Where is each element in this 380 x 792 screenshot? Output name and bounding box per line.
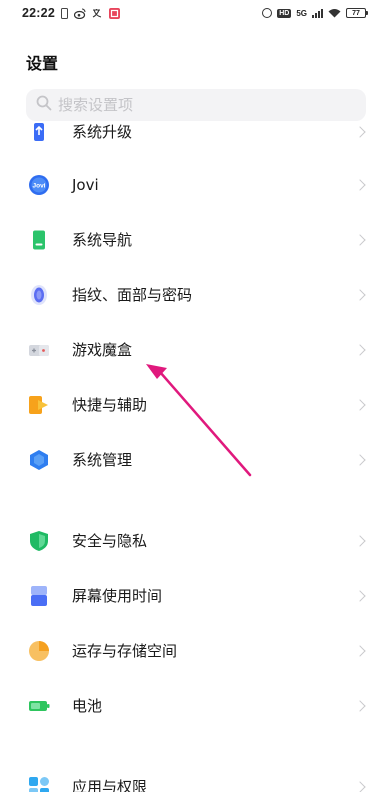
chevron-right-icon bbox=[354, 233, 366, 246]
signal-icon bbox=[312, 8, 323, 18]
chevron-right-icon bbox=[354, 398, 366, 411]
search-icon bbox=[36, 95, 52, 115]
chevron-right-icon bbox=[354, 780, 366, 792]
phone-icon bbox=[60, 7, 68, 19]
screen-time-icon bbox=[28, 585, 50, 607]
settings-item-label: 系统管理 bbox=[72, 451, 133, 469]
settings-item-label: 运存与存储空间 bbox=[72, 642, 178, 660]
navigation-icon bbox=[28, 229, 50, 251]
settings-item-fingerprint[interactable]: 指纹、面部与密码 bbox=[0, 267, 380, 322]
chevron-right-icon bbox=[354, 125, 366, 138]
fingerprint-icon bbox=[28, 284, 50, 306]
storage-icon bbox=[28, 640, 50, 662]
5g-label: 5G bbox=[296, 8, 307, 18]
settings-item-label: 系统导航 bbox=[72, 231, 133, 249]
settings-item-security[interactable]: 安全与隐私 bbox=[0, 513, 380, 568]
settings-list-viewport[interactable]: 系统升级 Jovi Jovi 系统导航 指纹、面部与密码 游戏魔盒 快捷与辅助 … bbox=[0, 123, 380, 792]
shield-icon bbox=[28, 530, 50, 552]
battery-icon: 77 bbox=[346, 8, 368, 18]
settings-item-label: 应用与权限 bbox=[72, 778, 148, 792]
wifi-icon bbox=[328, 8, 341, 18]
chevron-right-icon bbox=[354, 589, 366, 602]
shortcut-icon bbox=[28, 394, 50, 416]
chevron-right-icon bbox=[354, 453, 366, 466]
apps-icon bbox=[28, 776, 50, 792]
settings-item-game-box[interactable]: 游戏魔盒 bbox=[0, 322, 380, 377]
settings-item-label: 屏幕使用时间 bbox=[72, 587, 163, 605]
settings-item-label: 快捷与辅助 bbox=[72, 396, 148, 414]
status-left: 22:22 bbox=[22, 6, 120, 20]
svg-text:Jovi: Jovi bbox=[32, 182, 45, 189]
settings-item-navigation[interactable]: 系统导航 bbox=[0, 212, 380, 267]
chevron-right-icon bbox=[354, 178, 366, 191]
settings-item-system-manage[interactable]: 系统管理 bbox=[0, 432, 380, 487]
system-manage-icon bbox=[28, 449, 50, 471]
settings-item-jovi[interactable]: Jovi Jovi bbox=[0, 157, 380, 212]
chevron-right-icon bbox=[354, 343, 366, 356]
game-box-icon bbox=[28, 339, 50, 361]
jovi-icon: Jovi bbox=[28, 174, 50, 196]
system-update-icon bbox=[28, 123, 50, 143]
search-input[interactable] bbox=[58, 96, 338, 114]
page-title: 设置 bbox=[26, 54, 59, 73]
search-box[interactable] bbox=[26, 89, 366, 121]
settings-item-label: 指纹、面部与密码 bbox=[72, 286, 193, 304]
settings-item-apps[interactable]: 应用与权限 bbox=[0, 759, 380, 792]
settings-item-system-update[interactable]: 系统升级 bbox=[0, 123, 380, 159]
settings-item-shortcut[interactable]: 快捷与辅助 bbox=[0, 377, 380, 432]
app-badge-icon bbox=[108, 7, 120, 19]
translate-icon bbox=[92, 8, 103, 19]
settings-item-label: 电池 bbox=[72, 697, 103, 715]
alarm-icon bbox=[262, 8, 273, 18]
hd-icon: HD bbox=[277, 8, 292, 18]
settings-item-battery[interactable]: 电池 bbox=[0, 678, 380, 733]
chevron-right-icon bbox=[354, 644, 366, 657]
chevron-right-icon bbox=[354, 534, 366, 547]
settings-item-screen-time[interactable]: 屏幕使用时间 bbox=[0, 568, 380, 623]
chevron-right-icon bbox=[354, 288, 366, 301]
weibo-icon bbox=[73, 7, 86, 19]
settings-item-label: 安全与隐私 bbox=[72, 532, 148, 550]
chevron-right-icon bbox=[354, 699, 366, 712]
settings-item-label: Jovi bbox=[72, 175, 99, 194]
battery-setting-icon bbox=[28, 695, 50, 717]
battery-level: 77 bbox=[346, 8, 366, 18]
settings-item-storage[interactable]: 运存与存储空间 bbox=[0, 623, 380, 678]
settings-item-label: 系统升级 bbox=[72, 123, 133, 141]
settings-item-label: 游戏魔盒 bbox=[72, 341, 133, 359]
status-right: HD 5G 77 bbox=[262, 8, 368, 18]
status-time: 22:22 bbox=[22, 6, 55, 20]
status-bar: 22:22 HD 5G 77 bbox=[0, 0, 380, 26]
